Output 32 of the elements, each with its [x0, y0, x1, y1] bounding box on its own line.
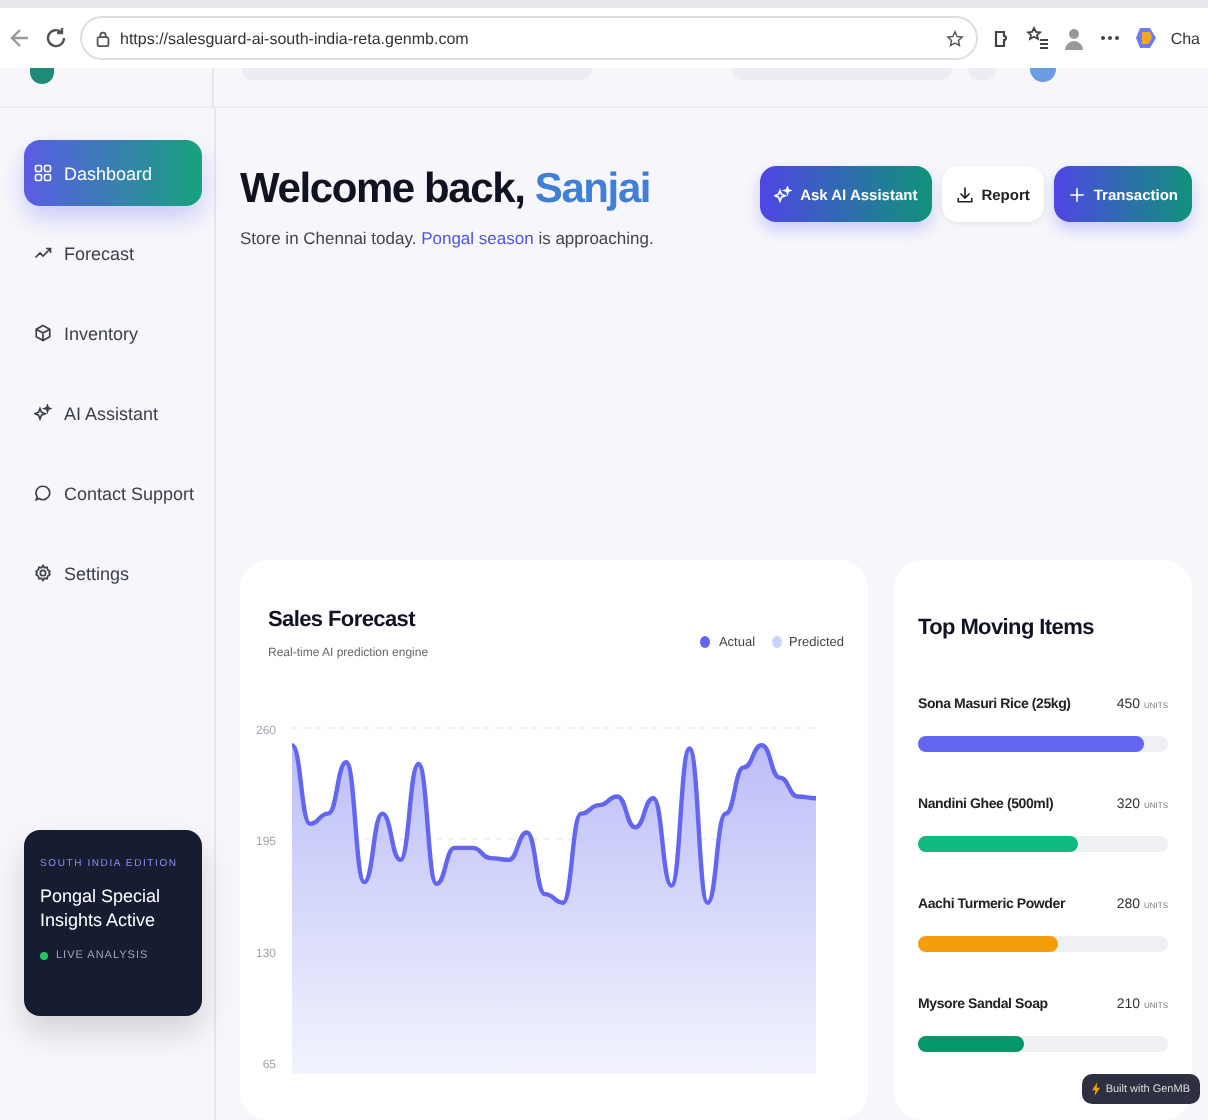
address-bar[interactable]: https://salesguard-ai-south-india-reta.genmb.com [80, 16, 979, 60]
sparkle-icon [774, 185, 793, 203]
profile-label[interactable]: Cha [1170, 29, 1200, 47]
card-title: Sales Forecast [268, 608, 418, 632]
nav-item[interactable]: Settings [24, 540, 202, 606]
welcome-heading: Welcome back, Sanjai [240, 166, 653, 214]
back-icon[interactable] [8, 26, 32, 50]
avatar[interactable] [1030, 68, 1056, 82]
promo-title: Pongal Special Insights Active [40, 884, 163, 932]
nav-item[interactable]: Dashboard [24, 140, 202, 206]
nav-item[interactable]: AI Assistant [24, 380, 202, 446]
trend-icon [34, 244, 52, 262]
reload-icon[interactable] [44, 26, 68, 50]
plus-icon [1067, 185, 1086, 203]
favorites-icon[interactable] [1026, 26, 1051, 50]
nav-item[interactable]: Inventory [24, 300, 202, 366]
star-icon[interactable] [946, 29, 965, 47]
chat-bubble-icon [34, 484, 52, 502]
grid-icon [34, 164, 52, 182]
bolt-icon [1091, 1082, 1100, 1096]
sparkle-icon [34, 404, 52, 422]
nav-item[interactable]: Contact Support [24, 460, 202, 526]
box-icon [34, 324, 52, 342]
download-icon [955, 185, 974, 203]
logo-icon [30, 68, 54, 84]
settings-icon [34, 564, 52, 582]
welcome-subtitle: Store in Chennai today. Pongal season is approaching. [240, 228, 654, 248]
card-title: Top Moving Items [918, 616, 1094, 640]
profile-icon[interactable] [1062, 26, 1087, 50]
lock-icon[interactable] [94, 29, 112, 47]
status-dot [40, 952, 48, 960]
nav-item[interactable]: Forecast [24, 220, 202, 286]
